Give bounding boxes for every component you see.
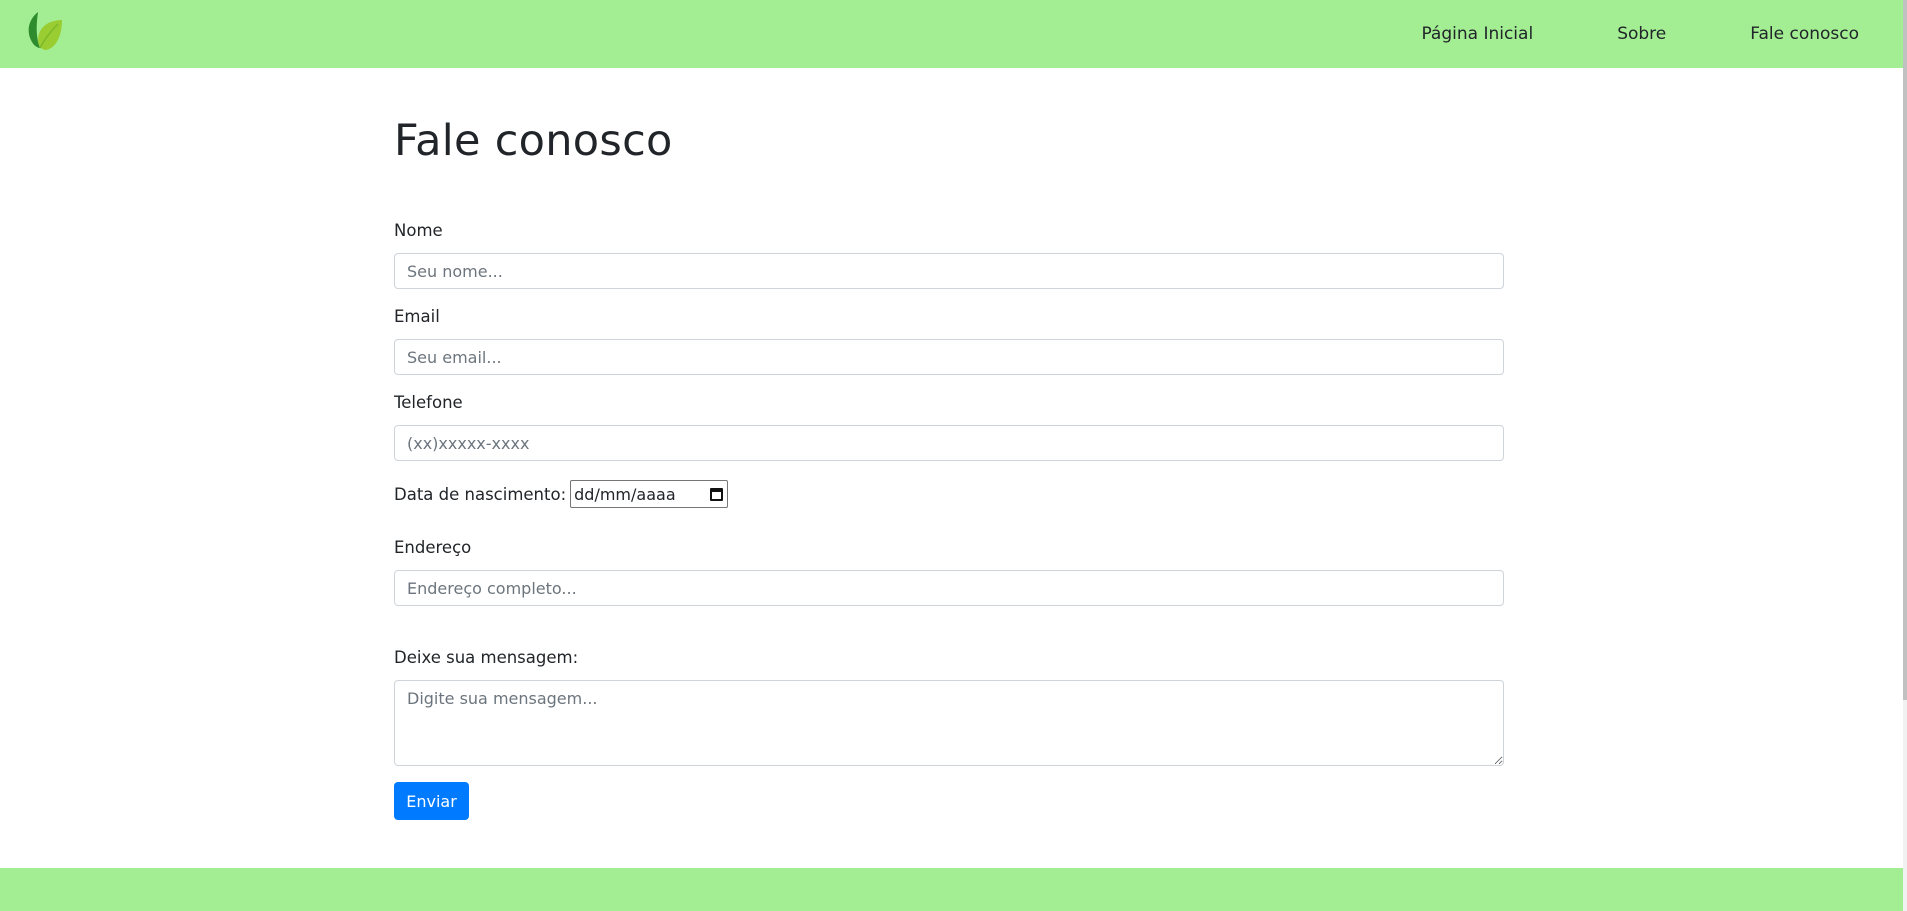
footer <box>0 868 1903 911</box>
scrollbar[interactable] <box>1903 0 1907 911</box>
nav-link-contact[interactable]: Fale conosco <box>1750 24 1859 44</box>
message-label: Deixe sua mensagem: <box>394 648 579 667</box>
email-input[interactable] <box>394 339 1504 375</box>
address-label: Endereço <box>394 538 472 557</box>
page-title: Fale conosco <box>394 116 673 166</box>
phone-label: Telefone <box>394 393 463 412</box>
nav-links: Página Inicial Sobre Fale conosco <box>1385 0 1903 68</box>
birthdate-placeholder: dd/mm/aaaa <box>574 484 676 504</box>
birthdate-row: Data de nascimento: dd/mm/aaaa <box>394 480 729 508</box>
address-input[interactable] <box>394 570 1504 606</box>
calendar-icon[interactable] <box>710 487 724 501</box>
page: Página Inicial Sobre Fale conosco Fale c… <box>0 0 1907 911</box>
message-textarea[interactable] <box>394 680 1504 766</box>
nav-link-about[interactable]: Sobre <box>1617 24 1666 44</box>
navbar: Página Inicial Sobre Fale conosco <box>0 0 1903 68</box>
scrollbar-thumb[interactable] <box>1903 0 1907 700</box>
submit-button[interactable]: Enviar <box>394 782 469 820</box>
phone-input[interactable] <box>394 425 1504 461</box>
birthdate-input[interactable]: dd/mm/aaaa <box>570 480 729 508</box>
name-input[interactable] <box>394 253 1504 289</box>
leaf-icon[interactable] <box>24 10 64 52</box>
birthdate-label: Data de nascimento: <box>394 484 567 504</box>
email-label: Email <box>394 307 440 326</box>
name-label: Nome <box>394 221 443 240</box>
nav-link-home[interactable]: Página Inicial <box>1421 24 1533 44</box>
